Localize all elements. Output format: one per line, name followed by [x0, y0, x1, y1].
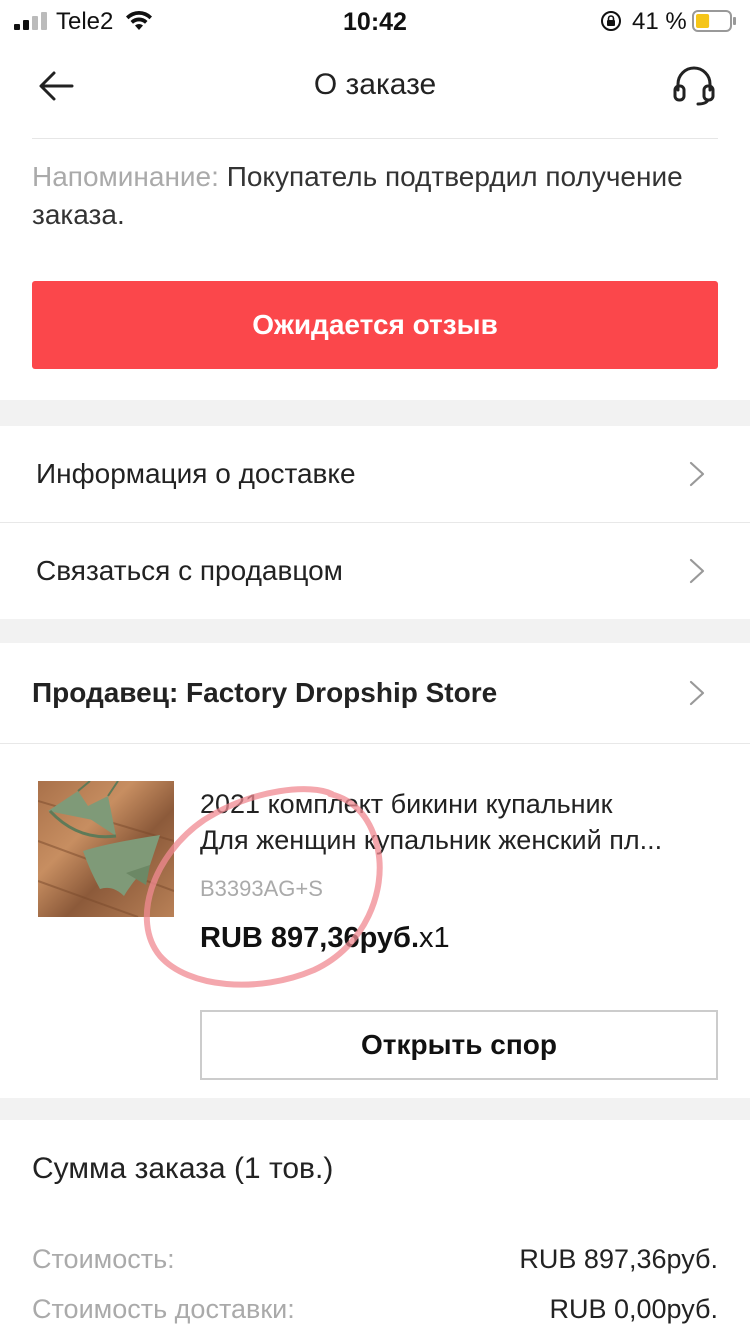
headset-icon[interactable]	[672, 64, 716, 106]
section-gap	[0, 400, 750, 426]
summary-value: RUB 0,00руб.	[549, 1294, 718, 1324]
summary-label: Стоимость доставки:	[32, 1294, 295, 1324]
product-title-line: Для женщин купальник женский пл...	[200, 825, 663, 855]
seller-name: Продавец: Factory Dropship Store	[32, 677, 498, 708]
reminder-label: Напоминание:	[32, 161, 219, 192]
summary-label: Стоимость:	[32, 1244, 175, 1274]
reminder-text: Напоминание: Покупатель подтвердил получ…	[32, 158, 718, 234]
open-dispute-button[interactable]: Открыть спор	[200, 1010, 718, 1080]
section-gap	[0, 619, 750, 643]
product-sku: B3393AG+S	[200, 876, 323, 901]
product-price: RUB 897,36руб.x1	[200, 922, 450, 955]
contact-seller-label: Связаться с продавцом	[36, 555, 343, 586]
status-bar: Tele2 10:42 41 %	[0, 0, 750, 44]
price-value: RUB 897,36руб.	[200, 922, 420, 954]
product-title-line: 2021 комплект бикини купальник	[200, 789, 613, 819]
summary-value: RUB 897,36руб.	[519, 1244, 718, 1274]
page-title: О заказе	[313, 68, 437, 101]
delivery-info-row[interactable]: Информация о доставке	[0, 426, 750, 522]
product-image[interactable]	[38, 781, 174, 917]
quantity: x1	[419, 922, 450, 954]
chevron-right-icon	[689, 680, 705, 706]
seller-row[interactable]: Продавец: Factory Dropship Store	[0, 643, 750, 743]
delivery-info-label: Информация о доставке	[36, 458, 356, 489]
product-title[interactable]: 2021 комплект бикини купальник Для женщи…	[200, 786, 720, 858]
bikini-image	[38, 781, 174, 917]
nav-bar: О заказе	[0, 50, 750, 126]
order-summary-title: Сумма заказа (1 тов.)	[32, 1152, 334, 1185]
divider	[32, 138, 718, 139]
battery-icon	[692, 10, 736, 32]
battery-percent: 41 %	[632, 8, 687, 35]
divider	[0, 743, 750, 744]
section-gap	[0, 1098, 750, 1120]
rotation-lock-icon	[601, 11, 621, 31]
contact-seller-row[interactable]: Связаться с продавцом	[0, 523, 750, 619]
awaiting-review-button[interactable]: Ожидается отзыв	[32, 281, 718, 369]
chevron-right-icon	[689, 461, 705, 487]
chevron-right-icon	[689, 558, 705, 584]
